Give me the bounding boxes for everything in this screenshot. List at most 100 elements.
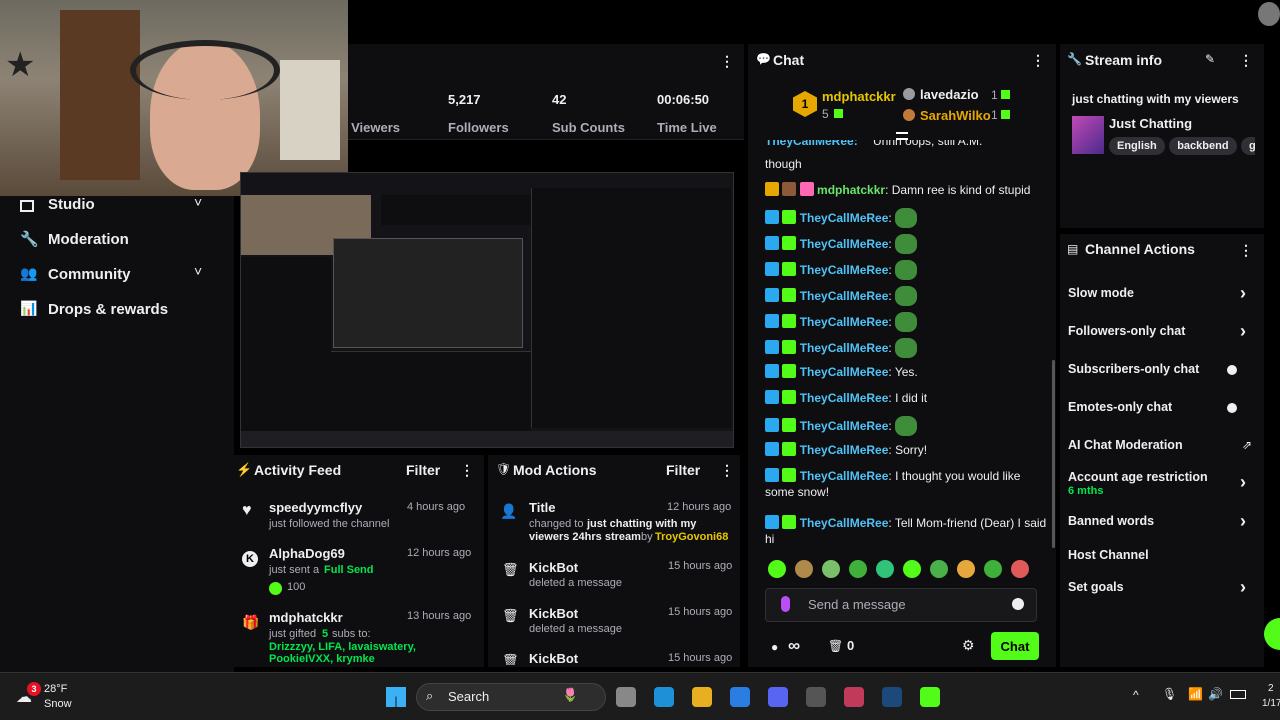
activity-desc: just sent a bbox=[269, 564, 320, 576]
collapse-icon[interactable] bbox=[896, 132, 908, 140]
activity-name[interactable]: speedyymcflyy bbox=[269, 500, 362, 515]
kick-app-icon[interactable] bbox=[920, 687, 940, 707]
chat-username[interactable]: TheyCallMeRee bbox=[800, 365, 889, 379]
chat-message: TheyCallMeRee: Yes. bbox=[765, 364, 1050, 388]
chevron-right-icon[interactable]: › bbox=[1240, 472, 1246, 493]
chevron-right-icon[interactable]: › bbox=[1240, 321, 1246, 342]
task-view-icon[interactable] bbox=[616, 687, 636, 707]
sidebar-item-community[interactable]: 👥 Community ˅ bbox=[20, 263, 220, 289]
tag[interactable]: backbend bbox=[1169, 137, 1237, 155]
chevron-right-icon[interactable]: › bbox=[1240, 283, 1246, 304]
channel-action-set-goals[interactable]: Set goals › bbox=[1068, 577, 1256, 602]
edge-icon[interactable] bbox=[654, 687, 674, 707]
more-icon[interactable]: ⋮ bbox=[720, 53, 734, 70]
chat-username[interactable]: TheyCallMeRee bbox=[800, 237, 889, 251]
emote-icon[interactable] bbox=[984, 560, 1002, 578]
emote-icon[interactable] bbox=[876, 560, 894, 578]
chat-username[interactable]: TheyCallMeRee bbox=[800, 391, 889, 405]
og-badge-icon bbox=[765, 262, 779, 276]
activity-recipients: Drizzzyy, LIFA, lavaiswatery, PookieIVXX… bbox=[269, 641, 416, 665]
more-icon[interactable]: ⋮ bbox=[460, 462, 474, 479]
emoji-icon[interactable] bbox=[1012, 598, 1024, 610]
channel-action-subscribers-only-chat[interactable]: Subscribers-only chat bbox=[1068, 362, 1256, 384]
chat-username[interactable]: mdphatckkr bbox=[817, 183, 885, 197]
category-name[interactable]: Just Chatting bbox=[1109, 116, 1192, 131]
mod-action-user[interactable]: TroyGovoni68 bbox=[655, 531, 728, 543]
sidebar-item-label: Community bbox=[48, 266, 131, 283]
activity-filter-button[interactable]: Filter bbox=[406, 462, 440, 478]
channel-action-ai-chat-moderation[interactable]: AI Chat Moderation ⇗ bbox=[1068, 438, 1256, 460]
trash-icon[interactable]: 🗑 bbox=[828, 639, 843, 653]
volume-icon[interactable]: 🔊 bbox=[1208, 687, 1223, 701]
external-link-icon[interactable]: ⇗ bbox=[1242, 438, 1252, 452]
mod-action-time: 12 hours ago bbox=[667, 501, 732, 513]
leader-name[interactable]: mdphatckkr bbox=[822, 89, 896, 104]
mic-icon[interactable] bbox=[781, 596, 790, 612]
channel-action-banned-words[interactable]: Banned words › bbox=[1068, 511, 1256, 536]
more-icon[interactable]: ⋮ bbox=[720, 462, 734, 479]
emote-icon[interactable] bbox=[930, 560, 948, 578]
windows-start-icon[interactable] bbox=[386, 687, 406, 707]
store-icon[interactable] bbox=[730, 687, 750, 707]
chat-username[interactable]: TheyCallMeRee bbox=[800, 315, 889, 329]
file-explorer-icon[interactable] bbox=[692, 687, 712, 707]
app-icon[interactable] bbox=[844, 687, 864, 707]
chat-username[interactable]: TheyCallMeRee bbox=[800, 419, 889, 433]
chevron-down-icon[interactable]: ˅ bbox=[194, 194, 202, 210]
chat-username[interactable]: TheyCallMeRee bbox=[800, 341, 889, 355]
stream-preview[interactable] bbox=[240, 172, 734, 448]
taskbar-search-label: Search bbox=[448, 689, 490, 704]
channel-action-followers-only-chat[interactable]: Followers-only chat › bbox=[1068, 321, 1256, 346]
sidebar-item-studio[interactable]: Studio ˅ bbox=[20, 194, 220, 220]
tag[interactable]: g bbox=[1241, 137, 1255, 155]
avatar[interactable] bbox=[1258, 2, 1280, 26]
discord-icon[interactable] bbox=[768, 687, 788, 707]
channel-action-emotes-only-chat[interactable]: Emotes-only chat bbox=[1068, 400, 1256, 422]
gear-icon[interactable]: ⚙ bbox=[962, 637, 975, 654]
chat-username[interactable]: TheyCallMeRee bbox=[800, 289, 889, 303]
chevron-down-icon[interactable]: ˅ bbox=[194, 263, 202, 279]
pencil-icon[interactable]: ✎ bbox=[1205, 52, 1215, 66]
chat-username[interactable]: TheyCallMeRee bbox=[800, 443, 889, 457]
og-badge-icon bbox=[765, 418, 779, 432]
stream-info-title: Stream info bbox=[1085, 52, 1163, 68]
emote-icon[interactable] bbox=[822, 560, 840, 578]
mod-filter-button[interactable]: Filter bbox=[666, 462, 700, 478]
emote-icon[interactable] bbox=[768, 560, 786, 578]
emote-icon[interactable] bbox=[903, 560, 921, 578]
wifi-icon[interactable]: 📶 bbox=[1188, 687, 1203, 701]
steam-client-icon[interactable] bbox=[882, 687, 902, 707]
emote-icon[interactable] bbox=[957, 560, 975, 578]
chat-scrollbar[interactable] bbox=[1052, 360, 1055, 548]
battery-icon[interactable] bbox=[1230, 690, 1246, 699]
activity-name[interactable]: AlphaDog69 bbox=[269, 546, 345, 561]
chat-username[interactable]: TheyCallMeRee bbox=[800, 263, 889, 277]
leader-name[interactable]: SarahWilko bbox=[920, 108, 991, 123]
emote-icon[interactable] bbox=[849, 560, 867, 578]
steam-icon[interactable] bbox=[806, 687, 826, 707]
channel-action-host-channel[interactable]: Host Channel bbox=[1068, 548, 1256, 570]
chevron-up-icon[interactable]: ^ bbox=[1133, 688, 1139, 702]
more-icon[interactable]: ⋮ bbox=[1239, 242, 1253, 259]
chat-username[interactable]: TheyCallMeRee bbox=[800, 469, 889, 483]
emote-icon[interactable] bbox=[1011, 560, 1029, 578]
mic-tray-icon[interactable]: 🎙 bbox=[1162, 687, 1177, 701]
more-icon[interactable]: ⋮ bbox=[1239, 52, 1253, 69]
emote-icon[interactable] bbox=[795, 560, 813, 578]
sidebar-item-moderation[interactable]: 🔧 Moderation bbox=[20, 230, 220, 254]
sidebar-item-drops[interactable]: 📊 Drops & rewards bbox=[20, 300, 220, 324]
channel-action-label: AI Chat Moderation bbox=[1068, 438, 1183, 452]
chevron-right-icon[interactable]: › bbox=[1240, 577, 1246, 598]
emote-icon bbox=[895, 208, 918, 228]
send-chat-button[interactable]: Chat bbox=[991, 632, 1039, 660]
channel-action-account-age-restriction[interactable]: Account age restriction 6 mths › bbox=[1068, 470, 1256, 502]
chat-username[interactable]: TheyCallMeRee bbox=[800, 516, 889, 530]
activity-name[interactable]: mdphatckkr bbox=[269, 610, 343, 625]
leader-name[interactable]: lavedazio bbox=[920, 87, 979, 102]
chat-username[interactable]: TheyCallMeRee bbox=[800, 211, 889, 225]
channel-action-slow-mode[interactable]: Slow mode › bbox=[1068, 283, 1256, 308]
more-icon[interactable]: ⋮ bbox=[1031, 52, 1045, 69]
category-thumbnail[interactable] bbox=[1072, 116, 1104, 154]
chevron-right-icon[interactable]: › bbox=[1240, 511, 1246, 532]
tag[interactable]: English bbox=[1109, 137, 1165, 155]
